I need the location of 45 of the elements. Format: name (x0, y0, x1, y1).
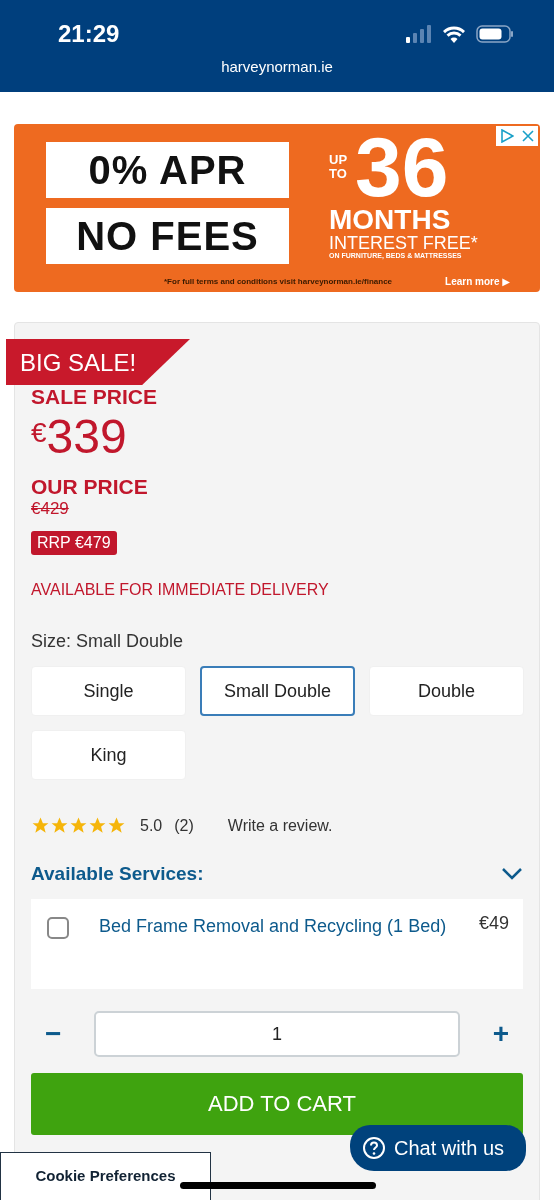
services-title: Available Services: (31, 863, 204, 885)
service-name: Bed Frame Removal and Recycling (1 Bed) (99, 915, 448, 938)
sale-ribbon: BIG SALE! (6, 339, 190, 385)
increase-button[interactable]: + (492, 1018, 509, 1050)
ad-choices-icon[interactable] (500, 129, 514, 143)
star-icon (31, 816, 50, 835)
ad-terms: *For full terms and conditions visit harveynorman.ie/finance (164, 277, 393, 286)
old-price: €429 (31, 499, 70, 519)
ad-months-number: 36 (355, 125, 449, 209)
service-price: €49 (478, 913, 509, 934)
sale-price: €339 (31, 413, 128, 461)
star-icon (50, 816, 69, 835)
chat-button[interactable]: Chat with us (350, 1125, 526, 1171)
chevron-icon[interactable] (501, 867, 523, 881)
star-icon (88, 816, 107, 835)
ad-headline: NO FEES (46, 208, 289, 264)
ad-months: MONTHS (329, 206, 451, 234)
rating-score: 5.0 (140, 816, 163, 835)
size-label: Size: Small Double (31, 631, 185, 652)
battery-icon (476, 25, 514, 43)
rrp-badge: RRP €479 (31, 531, 117, 555)
size-option[interactable]: King (31, 730, 186, 780)
help-icon (362, 1136, 386, 1160)
star-icon (107, 816, 126, 835)
our-price-label: OUR PRICE (31, 475, 149, 499)
quantity-field[interactable]: 1 (94, 1011, 460, 1057)
availability-text: AVAILABLE FOR IMMEDIATE DELIVERY (31, 581, 330, 599)
close-icon[interactable] (522, 130, 534, 142)
decrease-button[interactable]: − (45, 1018, 62, 1050)
size-option[interactable]: Double (369, 666, 524, 716)
review-count: (2) (174, 816, 194, 835)
signal-icon (406, 25, 432, 43)
ad-up-to: UP TO (329, 152, 348, 182)
write-review-link[interactable]: Write a review. (227, 816, 333, 835)
size-option[interactable]: Single (31, 666, 186, 716)
cookie-preferences-button[interactable]: Cookie Preferences (0, 1152, 211, 1200)
star-icon (69, 816, 88, 835)
checkbox[interactable] (47, 917, 69, 939)
sale-price-label: SALE PRICE (31, 385, 159, 409)
size-option[interactable]: Small Double (200, 666, 355, 716)
url-text: harveynorman.ie (221, 58, 333, 75)
wifi-icon (442, 25, 466, 43)
status-time: 21:29 (58, 20, 120, 48)
ad-interest: INTEREST FREE* (329, 234, 478, 252)
ad-headline: 0% APR (46, 142, 289, 198)
